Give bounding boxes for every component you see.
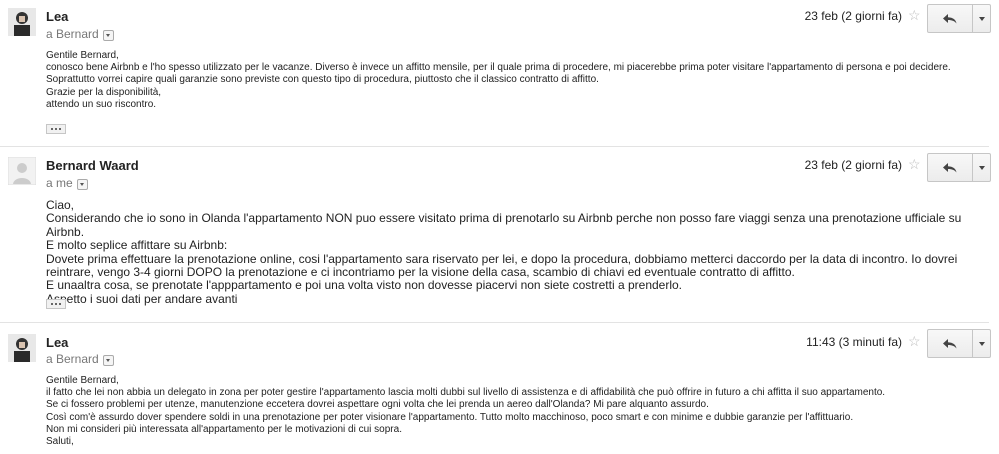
message-1: Lea a Bernard 23 feb (2 giorni fa) ☆ Gen… — [0, 0, 999, 145]
message-2: Bernard Waard a me 23 feb (2 giorni fa) … — [0, 150, 999, 320]
ellipsis-icon[interactable] — [46, 299, 66, 309]
reply-button-group — [927, 329, 991, 358]
message-body: Gentile Bernard, conosco bene Airbnb e l… — [46, 50, 951, 110]
reply-arrow-icon — [943, 162, 957, 172]
reply-button-group — [927, 4, 991, 33]
sender-avatar-lea[interactable] — [8, 8, 36, 36]
message-divider — [0, 322, 989, 323]
sender-name[interactable]: Lea — [46, 9, 68, 24]
recipient-details-dropdown-icon[interactable] — [102, 29, 114, 41]
recipient-label: a me — [46, 176, 73, 190]
reply-button-group — [927, 153, 991, 182]
message-divider — [0, 146, 989, 147]
recipient-details-dropdown-icon[interactable] — [76, 178, 88, 190]
reply-arrow-icon — [943, 338, 957, 348]
more-options-button[interactable] — [973, 330, 990, 357]
message-date[interactable]: 23 feb (2 giorni fa) — [805, 9, 902, 23]
sender-name[interactable]: Bernard Waard — [46, 158, 139, 173]
recipient-label: a Bernard — [46, 27, 99, 41]
message-date[interactable]: 23 feb (2 giorni fa) — [805, 158, 902, 172]
more-options-button[interactable] — [973, 5, 990, 32]
message-body: Gentile Bernard, il fatto che lei non ab… — [46, 375, 886, 448]
reply-button[interactable] — [928, 330, 973, 357]
recipient-details-dropdown-icon[interactable] — [102, 354, 114, 366]
star-icon[interactable]: ☆ — [908, 156, 921, 173]
reply-button[interactable] — [928, 154, 973, 181]
sender-name[interactable]: Lea — [46, 335, 68, 350]
message-date[interactable]: 11:43 (3 minuti fa) — [806, 335, 902, 349]
star-icon[interactable]: ☆ — [908, 333, 921, 350]
recipient-label: a Bernard — [46, 352, 99, 366]
ellipsis-icon[interactable] — [46, 124, 66, 134]
caret-down-icon — [978, 165, 985, 170]
more-options-button[interactable] — [973, 154, 990, 181]
recipient-line[interactable]: a me — [46, 176, 88, 190]
sender-avatar-lea[interactable] — [8, 334, 36, 362]
recipient-line[interactable]: a Bernard — [46, 27, 114, 41]
recipient-line[interactable]: a Bernard — [46, 352, 114, 366]
reply-arrow-icon — [943, 13, 957, 23]
message-3: Lea a Bernard 11:43 (3 minuti fa) ☆ Gent… — [0, 326, 999, 454]
caret-down-icon — [978, 16, 985, 21]
caret-down-icon — [978, 341, 985, 346]
message-body: Ciao, Considerando che io sono in Olanda… — [46, 198, 962, 306]
star-icon[interactable]: ☆ — [908, 7, 921, 24]
reply-button[interactable] — [928, 5, 973, 32]
sender-avatar-bernard[interactable] — [8, 157, 36, 185]
